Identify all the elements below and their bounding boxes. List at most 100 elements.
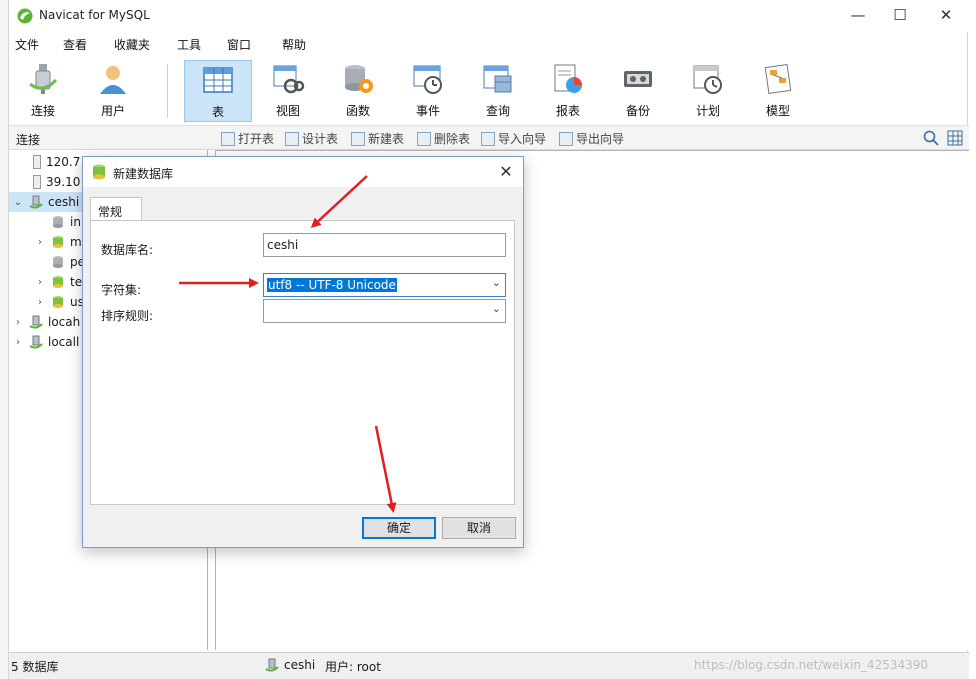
minimize-button[interactable]: — xyxy=(835,0,881,30)
toolbar-model-button[interactable]: 模型 xyxy=(744,60,812,122)
expand-chevron-icon[interactable]: › xyxy=(13,317,23,328)
schedule-icon xyxy=(693,65,722,94)
database-gray-icon xyxy=(53,256,63,268)
backup-icon xyxy=(624,71,652,87)
database-icon xyxy=(53,236,63,248)
tree-item-label: te xyxy=(70,275,83,289)
database-name-value: ceshi xyxy=(267,238,299,252)
menu-window[interactable]: 窗口 xyxy=(227,36,251,53)
search-icon[interactable] xyxy=(923,130,939,146)
connection-icon xyxy=(265,658,279,672)
maximize-icon: ☐ xyxy=(893,6,907,24)
delete-table-button[interactable]: 删除表 xyxy=(417,130,470,147)
database-name-input[interactable]: ceshi xyxy=(263,233,506,257)
menu-bar: 文件 查看 收藏夹 工具 窗口 帮助 xyxy=(9,33,969,55)
toolbar-backup-button[interactable]: 备份 xyxy=(604,60,672,122)
tree-item-label: 120.7 xyxy=(46,155,81,169)
dialog-title-bar: 新建数据库 ✕ xyxy=(83,157,523,187)
toolbar-connect-button[interactable]: 连接 xyxy=(9,60,77,122)
status-user: 用户: root xyxy=(325,660,381,674)
toolbar-report-label: 报表 xyxy=(555,104,580,118)
toolbar-user-label: 用户 xyxy=(100,104,125,118)
toolbar-backup-label: 备份 xyxy=(625,104,650,118)
design-table-button[interactable]: 设计表 xyxy=(285,130,338,147)
toolbar-query-label: 查询 xyxy=(485,104,510,118)
function-icon xyxy=(345,65,373,93)
grid-view-icon[interactable] xyxy=(947,130,963,146)
tab-general[interactable]: 常规 xyxy=(90,197,142,221)
dialog-body: 常规 数据库名: ceshi 字符集: utf8 -- UTF-8 Unicod… xyxy=(83,187,523,547)
toolbar-function-label: 函数 xyxy=(345,104,370,118)
object-toolbar: 连接 打开表 设计表 新建表 删除表 导入向导 导出向导 xyxy=(9,126,969,150)
database-count: 5 数据库 xyxy=(11,660,59,674)
toolbar-user-button[interactable]: 用户 xyxy=(79,60,147,122)
toolbar-separator xyxy=(167,64,168,118)
collation-select[interactable]: ⌄ xyxy=(263,299,506,323)
toolbar-query-button[interactable]: 查询 xyxy=(464,60,532,122)
chevron-down-icon: ⌄ xyxy=(491,302,501,315)
toolbar-report-button[interactable]: 报表 xyxy=(534,60,602,122)
toolbar-table-label: 表 xyxy=(211,105,224,119)
window-title: Navicat for MySQL xyxy=(39,8,150,22)
title-bar: Navicat for MySQL — ☐ ✕ xyxy=(9,0,969,32)
server-icon xyxy=(33,175,41,189)
toolbar-connect-label: 连接 xyxy=(30,104,55,118)
database-icon xyxy=(93,164,105,180)
plug-icon xyxy=(29,64,58,94)
status-connection: ceshi xyxy=(284,658,316,672)
toolbar-event-label: 事件 xyxy=(415,104,440,118)
new-table-button[interactable]: 新建表 xyxy=(351,130,404,147)
menu-view[interactable]: 查看 xyxy=(63,36,87,53)
toolbar-event-button[interactable]: 事件 xyxy=(394,60,462,122)
open-table-button[interactable]: 打开表 xyxy=(221,130,274,147)
expand-chevron-icon[interactable]: › xyxy=(35,297,45,308)
open-table-label: 打开表 xyxy=(238,132,275,146)
server-icon xyxy=(33,155,41,169)
import-wizard-icon xyxy=(481,131,495,146)
expand-chevron-icon[interactable]: ⌄ xyxy=(13,197,23,208)
import-wizard-button[interactable]: 导入向导 xyxy=(481,130,546,147)
expand-chevron-icon[interactable]: › xyxy=(35,277,45,288)
charset-select[interactable]: utf8 -- UTF-8 Unicode ⌄ xyxy=(263,273,506,297)
new-table-icon xyxy=(351,131,365,146)
background-window-edge xyxy=(0,0,8,679)
event-icon xyxy=(413,65,442,94)
main-toolbar: 连接 用户 表 视图 函数 事件 查询 报表 备份 计划 模型 xyxy=(9,56,969,126)
view-icon xyxy=(273,65,305,94)
toolbar-schedule-button[interactable]: 计划 xyxy=(674,60,742,122)
database-icon xyxy=(53,296,63,308)
menu-tools[interactable]: 工具 xyxy=(177,36,201,53)
minimize-icon: — xyxy=(850,6,866,24)
toolbar-view-button[interactable]: 视图 xyxy=(254,60,322,122)
connection-panel-header: 连接 xyxy=(16,133,41,147)
toolbar-function-button[interactable]: 函数 xyxy=(324,60,392,122)
tree-item-label: 39.10 xyxy=(46,175,81,189)
charset-value: utf8 -- UTF-8 Unicode xyxy=(267,278,397,292)
import-wizard-label: 导入向导 xyxy=(498,132,547,146)
expand-chevron-icon[interactable]: › xyxy=(35,237,45,248)
table-icon xyxy=(203,67,233,93)
toolbar-schedule-label: 计划 xyxy=(695,104,720,118)
menu-file[interactable]: 文件 xyxy=(15,36,39,53)
design-table-label: 设计表 xyxy=(302,132,339,146)
tree-item-label: ceshi xyxy=(48,195,80,209)
ok-button[interactable]: 确定 xyxy=(362,517,436,539)
new-table-label: 新建表 xyxy=(368,132,405,146)
menu-help[interactable]: 帮助 xyxy=(282,36,306,53)
report-icon xyxy=(554,64,582,93)
close-icon: ✕ xyxy=(939,6,953,24)
status-bar: 5 数据库 ceshi 用户: root https://blog.csdn.n… xyxy=(9,652,969,679)
toolbar-table-button[interactable]: 表 xyxy=(184,60,252,122)
export-wizard-icon xyxy=(559,131,573,146)
menu-favorites[interactable]: 收藏夹 xyxy=(114,36,150,53)
database-gray-icon xyxy=(53,216,63,228)
delete-table-icon xyxy=(417,131,431,146)
maximize-button[interactable]: ☐ xyxy=(877,0,923,30)
expand-chevron-icon[interactable]: › xyxy=(13,337,23,348)
cancel-button[interactable]: 取消 xyxy=(442,517,516,539)
close-button[interactable]: ✕ xyxy=(923,0,969,30)
dialog-close-button[interactable]: ✕ xyxy=(495,161,517,183)
export-wizard-button[interactable]: 导出向导 xyxy=(559,130,624,147)
model-icon xyxy=(764,64,792,94)
charset-label: 字符集: xyxy=(101,283,142,297)
